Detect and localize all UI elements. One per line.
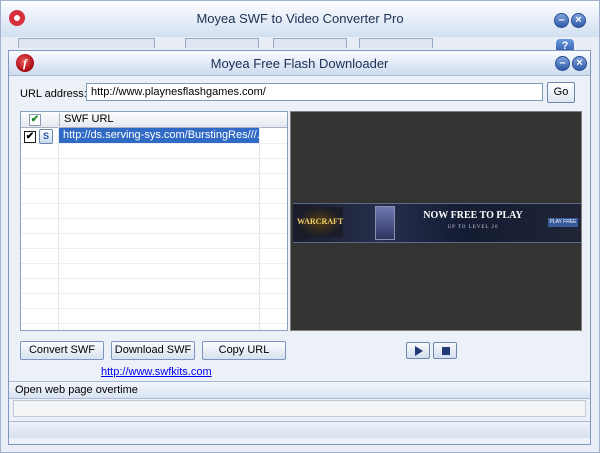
- back-toolbar-tab[interactable]: [18, 38, 155, 48]
- dialog-title: Moyea Free Flash Downloader: [210, 56, 389, 71]
- row-divider: [21, 308, 287, 309]
- row-checkbox[interactable]: ✔: [24, 131, 36, 143]
- banner-play-button[interactable]: PLAY FREE: [548, 218, 578, 227]
- close-icon[interactable]: ×: [571, 13, 586, 28]
- back-toolbar-button[interactable]: [185, 38, 259, 48]
- close-icon[interactable]: ×: [572, 56, 587, 71]
- list-header: ✔ SWF URL: [21, 112, 287, 128]
- swf-list[interactable]: ✔ SWF URL ✔ S http://ds.serving-sys.com/…: [20, 111, 288, 331]
- bottom-bar: [9, 421, 590, 438]
- copy-url-button[interactable]: Copy URL: [202, 341, 286, 360]
- ad-banner[interactable]: WARCRAFT NOW FREE TO PLAY UP TO LEVEL 20…: [293, 203, 581, 243]
- play-icon: [415, 346, 423, 356]
- row-divider: [21, 323, 287, 324]
- row-divider: [21, 158, 287, 159]
- warcraft-logo: WARCRAFT: [297, 207, 343, 237]
- stop-button[interactable]: [433, 342, 457, 359]
- back-toolbar-button[interactable]: [359, 38, 433, 48]
- row-divider: [21, 218, 287, 219]
- row-divider: [21, 278, 287, 279]
- flash-downloader-dialog: f Moyea Free Flash Downloader – × URL ad…: [8, 50, 591, 445]
- url-label: URL address:: [20, 88, 87, 100]
- main-window-title: Moyea SWF to Video Converter Pro: [196, 11, 404, 26]
- swfkits-link[interactable]: http://www.swfkits.com: [101, 366, 212, 378]
- banner-subline: UP TO LEVEL 20: [447, 225, 499, 230]
- row-divider: [21, 173, 287, 174]
- go-button[interactable]: Go: [547, 82, 575, 103]
- minimize-icon[interactable]: –: [555, 56, 570, 71]
- play-button[interactable]: [406, 342, 430, 359]
- row-divider: [21, 263, 287, 264]
- download-swf-button[interactable]: Download SWF: [111, 341, 195, 360]
- list-item[interactable]: http://ds.serving-sys.com/BurstingRes///…: [59, 128, 259, 143]
- row-divider: [21, 248, 287, 249]
- back-toolbar-button[interactable]: [273, 38, 347, 48]
- row-divider: [21, 233, 287, 234]
- row-divider: [21, 293, 287, 294]
- stop-icon: [442, 347, 450, 355]
- url-input[interactable]: [86, 83, 543, 101]
- select-all-checkbox[interactable]: ✔: [29, 114, 41, 126]
- character-portrait: [375, 206, 395, 240]
- status-bar: Open web page overtime: [9, 381, 590, 399]
- banner-headline: NOW FREE TO PLAY: [423, 210, 523, 221]
- column-header-swf-url[interactable]: SWF URL: [59, 113, 264, 126]
- row-divider: [21, 143, 287, 144]
- main-title-bar: Moyea SWF to Video Converter Pro – ×: [1, 1, 599, 37]
- row-divider: [21, 203, 287, 204]
- progress-area: [13, 400, 586, 417]
- row-divider: [21, 188, 287, 189]
- convert-swf-button[interactable]: Convert SWF: [20, 341, 104, 360]
- minimize-icon[interactable]: –: [554, 13, 569, 28]
- swf-file-icon: S: [39, 129, 53, 144]
- dialog-title-bar: f Moyea Free Flash Downloader – ×: [9, 51, 590, 76]
- status-text: Open web page overtime: [15, 384, 138, 396]
- flash-preview-pane: WARCRAFT NOW FREE TO PLAY UP TO LEVEL 20…: [290, 111, 582, 331]
